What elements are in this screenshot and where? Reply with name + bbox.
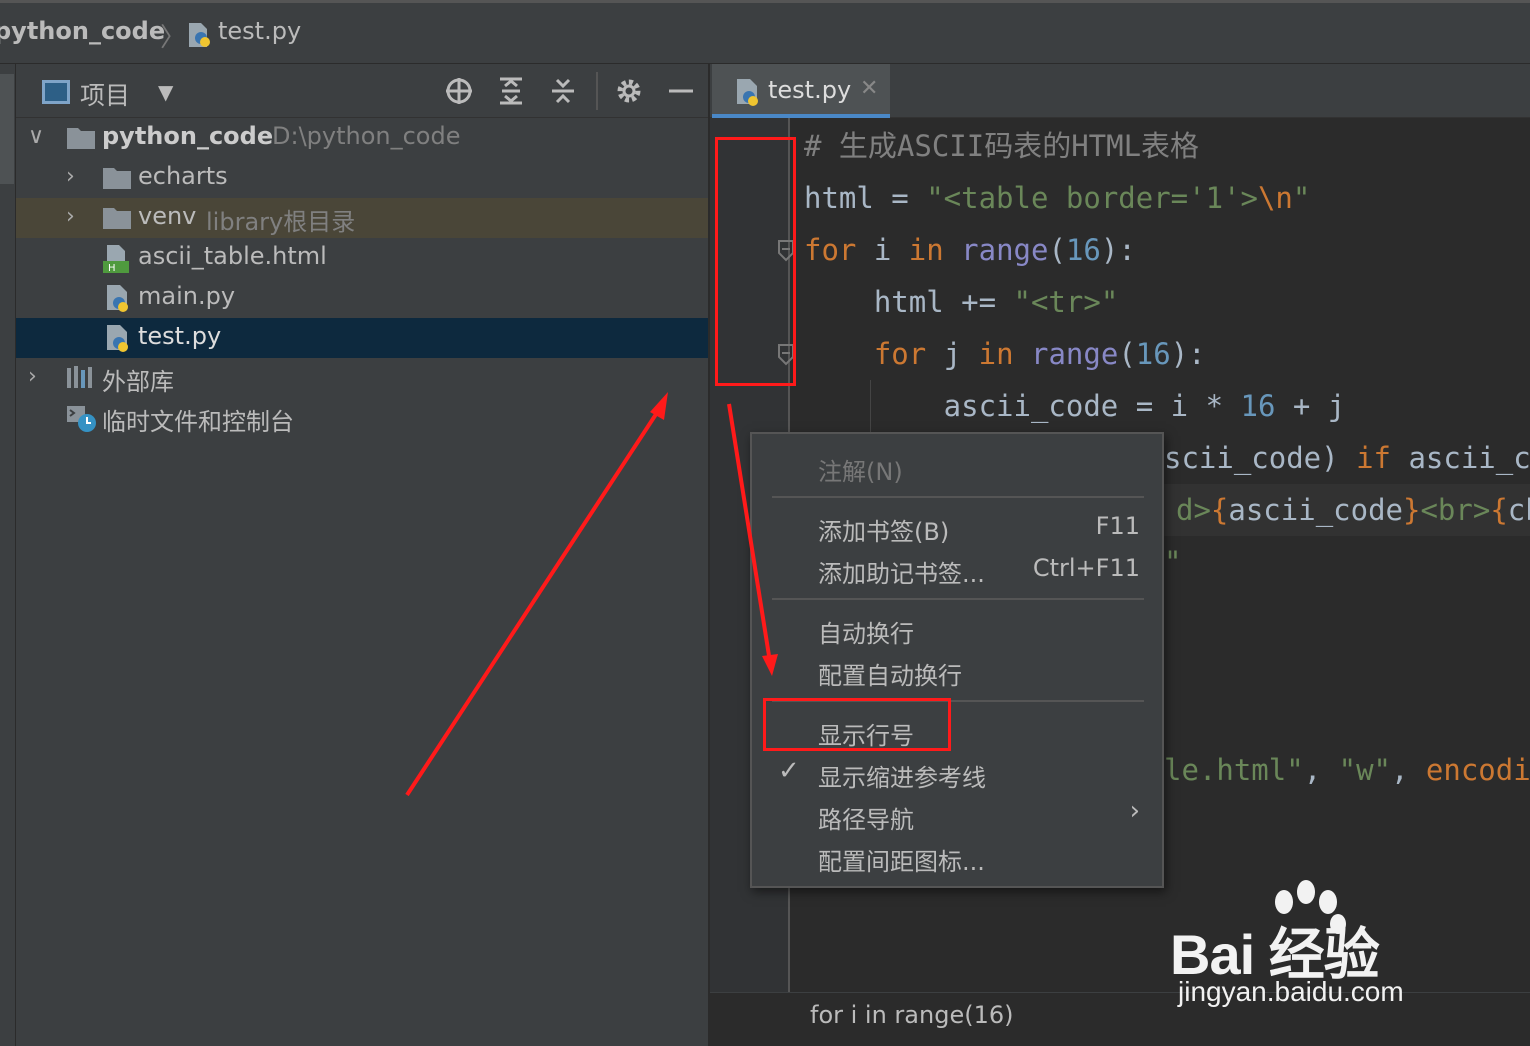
watermark-url: jingyan.baidu.com	[1178, 976, 1404, 1007]
baidu-jingyan-watermark: Bai 经验 jingyan.baidu.com	[1170, 880, 1460, 1020]
